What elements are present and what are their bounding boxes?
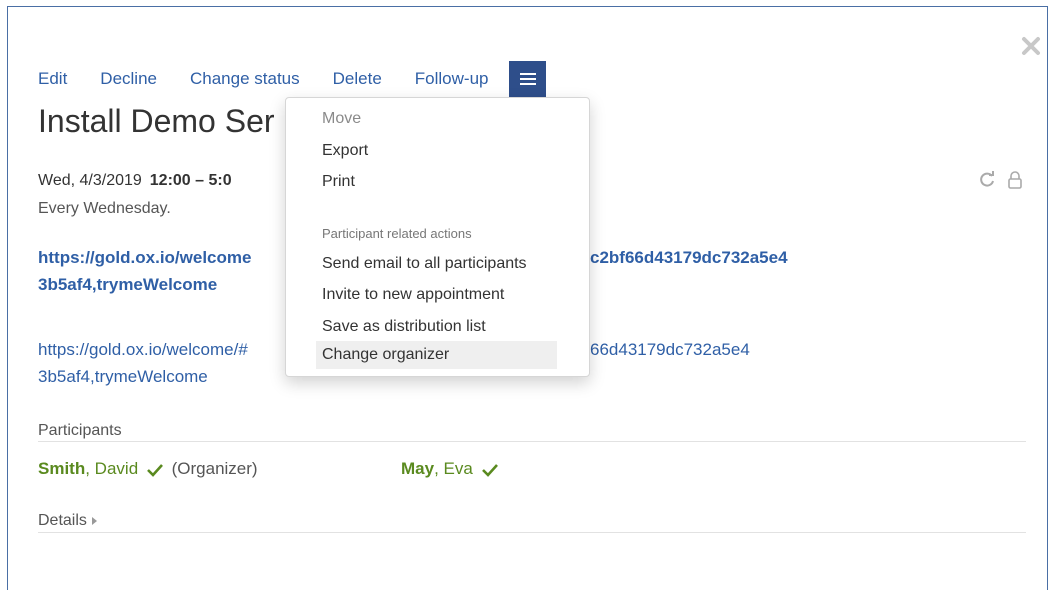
details-label: Details [38,512,87,529]
action-toolbar: Edit Decline Change status Delete Follow… [38,60,547,98]
details-divider [38,532,1026,533]
appointment-time: 12:00 – 5:0 [149,172,232,189]
meeting-link-bold-part2[interactable]: c2bf66d43179dc732a5e4 [590,248,788,268]
refresh-icon[interactable] [978,171,996,189]
delete-button[interactable]: Delete [333,69,382,89]
menu-item-export[interactable]: Export [322,142,368,160]
participant-last-name: May [401,459,435,478]
hamburger-icon [519,73,536,85]
edit-button[interactable]: Edit [38,69,67,89]
menu-item-invite[interactable]: Invite to new appointment [322,286,504,304]
appointment-date: Wed, 4/3/2019 [38,172,142,189]
organizer-role: (Organizer) [171,459,258,478]
triangle-right-icon [91,516,97,525]
follow-up-button[interactable]: Follow-up [415,69,489,89]
meeting-link-bold-part3[interactable]: 3b5af4,trymeWelcome [38,275,217,295]
participant-last-name: Smith [38,459,86,478]
menu-item-print[interactable]: Print [322,173,355,191]
participants-divider [38,441,1026,442]
private-lock-icon [1006,171,1024,189]
appointment-date-time: Wed, 4/3/2019 12:00 – 5:0 [38,172,232,190]
decline-button[interactable]: Decline [100,69,157,89]
participant-first-name: , Eva [434,459,473,478]
participants-label: Participants [38,422,122,439]
more-actions-button[interactable] [509,60,547,98]
meeting-link-plain-part1[interactable]: https://gold.ox.io/welcome/# [38,340,248,360]
close-icon[interactable] [1020,35,1042,57]
recurrence-text: Every Wednesday. [38,200,171,217]
meeting-link-plain-part3[interactable]: 3b5af4,trymeWelcome [38,367,208,387]
participant-attendee[interactable]: May, Eva [401,459,498,479]
appointment-title: Install Demo Ser [38,103,275,139]
participant-first-name: , David [85,459,139,478]
appointment-detail-window: Edit Decline Change status Delete Follow… [7,6,1048,590]
more-actions-menu: Move Export Print Participant related ac… [285,97,590,377]
menu-item-save-distribution-list[interactable]: Save as distribution list [322,318,486,336]
detail-icons [978,171,1024,189]
menu-section-header: Participant related actions [322,226,472,241]
accepted-check-icon [481,463,498,477]
meeting-link-bold-part1[interactable]: https://gold.ox.io/welcome [38,248,251,268]
change-status-button[interactable]: Change status [190,69,300,89]
participant-organizer[interactable]: Smith, David (Organizer) [38,459,258,479]
details-toggle[interactable]: Details [38,512,97,530]
menu-item-move: Move [322,110,362,127]
meeting-link-plain-part2[interactable]: 66d43179dc732a5e4 [590,340,750,360]
menu-item-change-organizer[interactable]: Change organizer [316,341,557,369]
menu-item-send-email[interactable]: Send email to all participants [322,255,527,273]
accepted-check-icon [146,463,163,477]
